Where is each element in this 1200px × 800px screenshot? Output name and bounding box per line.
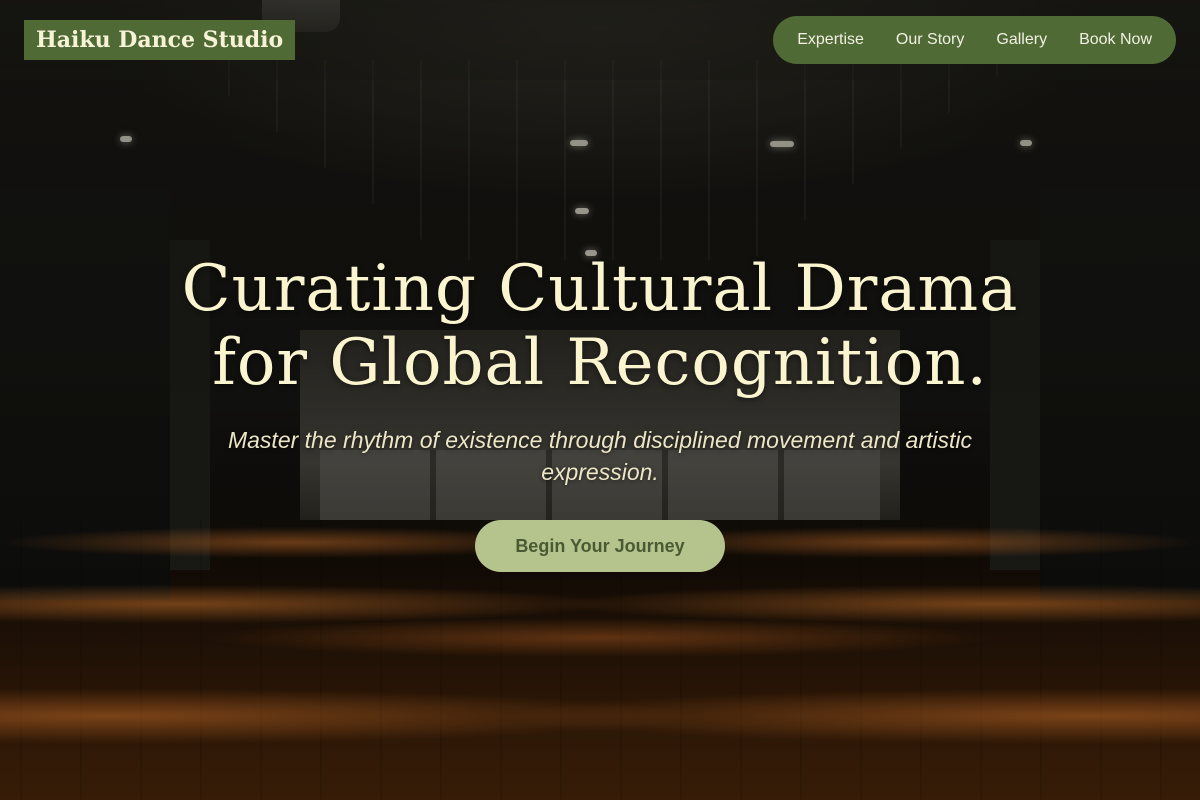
main-nav: Expertise Our Story Gallery Book Now: [773, 16, 1176, 64]
begin-journey-button[interactable]: Begin Your Journey: [475, 520, 725, 572]
hero-section: Haiku Dance Studio Expertise Our Story G…: [0, 0, 1200, 800]
nav-item-our-story[interactable]: Our Story: [880, 16, 980, 64]
hero-content: Curating Cultural Drama for Global Recog…: [150, 252, 1050, 572]
hero-headline: Curating Cultural Drama for Global Recog…: [150, 252, 1050, 400]
hero-headline-line-2: for Global Recognition.: [212, 326, 988, 400]
nav-item-book-now[interactable]: Book Now: [1063, 16, 1168, 64]
brand-logo[interactable]: Haiku Dance Studio: [24, 20, 296, 60]
hero-headline-line-1: Curating Cultural Drama: [181, 252, 1019, 326]
nav-item-expertise[interactable]: Expertise: [781, 16, 880, 64]
nav-item-gallery[interactable]: Gallery: [980, 16, 1063, 64]
hero-subheading: Master the rhythm of existence through d…: [227, 427, 973, 485]
